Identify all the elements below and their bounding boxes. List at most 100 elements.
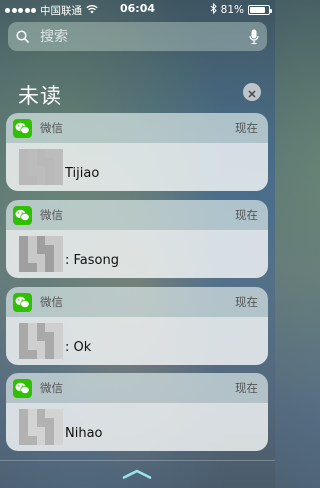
mosaic-tile [45, 245, 55, 254]
mosaic-tile [54, 254, 63, 263]
mosaic-tile [54, 436, 63, 445]
notification-body: Tijiao [6, 143, 268, 191]
notification-card[interactable]: 微信 现在 : Fasong [6, 200, 268, 278]
mosaic-tile [36, 350, 46, 359]
mosaic-tile [36, 418, 46, 427]
mosaic-tile [19, 332, 28, 341]
battery-percent: 81% [220, 4, 244, 16]
status-bar: 中国联通 06:04 81% [0, 0, 275, 18]
mosaic-tile [54, 350, 63, 359]
mosaic-tile [19, 236, 28, 245]
section-title: 未读 [18, 84, 62, 108]
notification-body: : Fasong [6, 230, 268, 278]
mosaic-tile [36, 436, 46, 445]
battery-icon [248, 5, 272, 15]
clear-notifications-button[interactable] [243, 83, 261, 101]
mosaic-tile [54, 341, 63, 350]
notification-card[interactable]: 微信 现在 : Ok [6, 287, 268, 365]
mosaic-tile [36, 263, 46, 272]
mosaic-tile [27, 418, 37, 427]
mosaic-tile [27, 245, 37, 254]
mosaic-tile [54, 263, 63, 272]
mosaic-tile [19, 323, 28, 332]
mosaic-tile [27, 341, 37, 350]
mosaic-tile [27, 167, 37, 176]
search-input[interactable] [36, 22, 241, 51]
mosaic-tile [45, 418, 55, 427]
redacted-sender-image [19, 409, 63, 445]
mosaic-tile [45, 427, 55, 436]
mosaic-tile [54, 409, 63, 418]
mosaic-tile [27, 332, 37, 341]
mosaic-tile [54, 323, 63, 332]
mosaic-tile [45, 341, 55, 350]
mosaic-tile [45, 158, 55, 167]
notification-card[interactable]: 微信 现在 Tijiao [6, 113, 268, 191]
mosaic-tile [45, 176, 55, 185]
wechat-icon [13, 378, 32, 398]
mosaic-tile [19, 149, 28, 158]
mosaic-tile [45, 332, 55, 341]
mosaic-tile [19, 167, 28, 176]
mosaic-tile [27, 254, 37, 263]
notification-time: 现在 [235, 295, 258, 309]
notification-time: 现在 [235, 381, 258, 395]
mosaic-tile [19, 341, 28, 350]
mosaic-tile [54, 418, 63, 427]
mosaic-tile [36, 332, 46, 341]
mosaic-tile [45, 254, 55, 263]
close-icon [248, 83, 256, 102]
mosaic-tile [19, 176, 28, 185]
notification-time: 现在 [235, 121, 258, 135]
wechat-icon [13, 205, 32, 225]
mosaic-tile [27, 409, 37, 418]
notification-time: 现在 [235, 208, 258, 222]
mosaic-tile [27, 323, 37, 332]
mosaic-tile [45, 409, 55, 418]
mosaic-tile [27, 427, 37, 436]
bottom-divider [0, 460, 275, 461]
mosaic-tile [19, 436, 28, 445]
mosaic-tile [54, 236, 63, 245]
notification-card[interactable]: 微信 现在 Nihao [6, 373, 268, 451]
mosaic-tile [54, 427, 63, 436]
mosaic-tile [45, 350, 55, 359]
bluetooth-icon [210, 2, 217, 17]
mosaic-tile [36, 323, 46, 332]
notification-header: 微信 现在 [6, 200, 268, 230]
mosaic-tile [27, 149, 37, 158]
wechat-icon [13, 292, 32, 312]
mosaic-tile [36, 409, 46, 418]
mosaic-tile [19, 263, 28, 272]
notification-header: 微信 现在 [6, 287, 268, 317]
mosaic-tile [45, 236, 55, 245]
mosaic-tile [45, 323, 55, 332]
mosaic-tile [36, 158, 46, 167]
redacted-sender-image [19, 149, 63, 185]
notification-app-name: 微信 [40, 295, 63, 309]
mosaic-tile [36, 427, 46, 436]
notification-app-name: 微信 [40, 121, 63, 135]
redacted-sender-image [19, 236, 63, 272]
mosaic-tile [19, 254, 28, 263]
mosaic-tile [54, 149, 63, 158]
mosaic-tile [36, 149, 46, 158]
notification-body: : Ok [6, 317, 268, 365]
mosaic-tile [27, 263, 37, 272]
mosaic-tile [54, 176, 63, 185]
mosaic-tile [36, 254, 46, 263]
mosaic-tile [27, 158, 37, 167]
chevron-up-icon [122, 464, 152, 483]
mosaic-tile [36, 167, 46, 176]
mosaic-tile [19, 350, 28, 359]
microphone-icon[interactable] [241, 22, 267, 51]
mosaic-tile [54, 167, 63, 176]
mosaic-tile [19, 158, 28, 167]
mosaic-tile [45, 263, 55, 272]
mosaic-tile [36, 245, 46, 254]
notification-message: : Fasong [65, 252, 119, 268]
pull-up-handle[interactable] [117, 463, 157, 483]
mosaic-tile [45, 149, 55, 158]
search-bar[interactable] [8, 22, 267, 51]
notification-message: Nihao [65, 425, 103, 441]
